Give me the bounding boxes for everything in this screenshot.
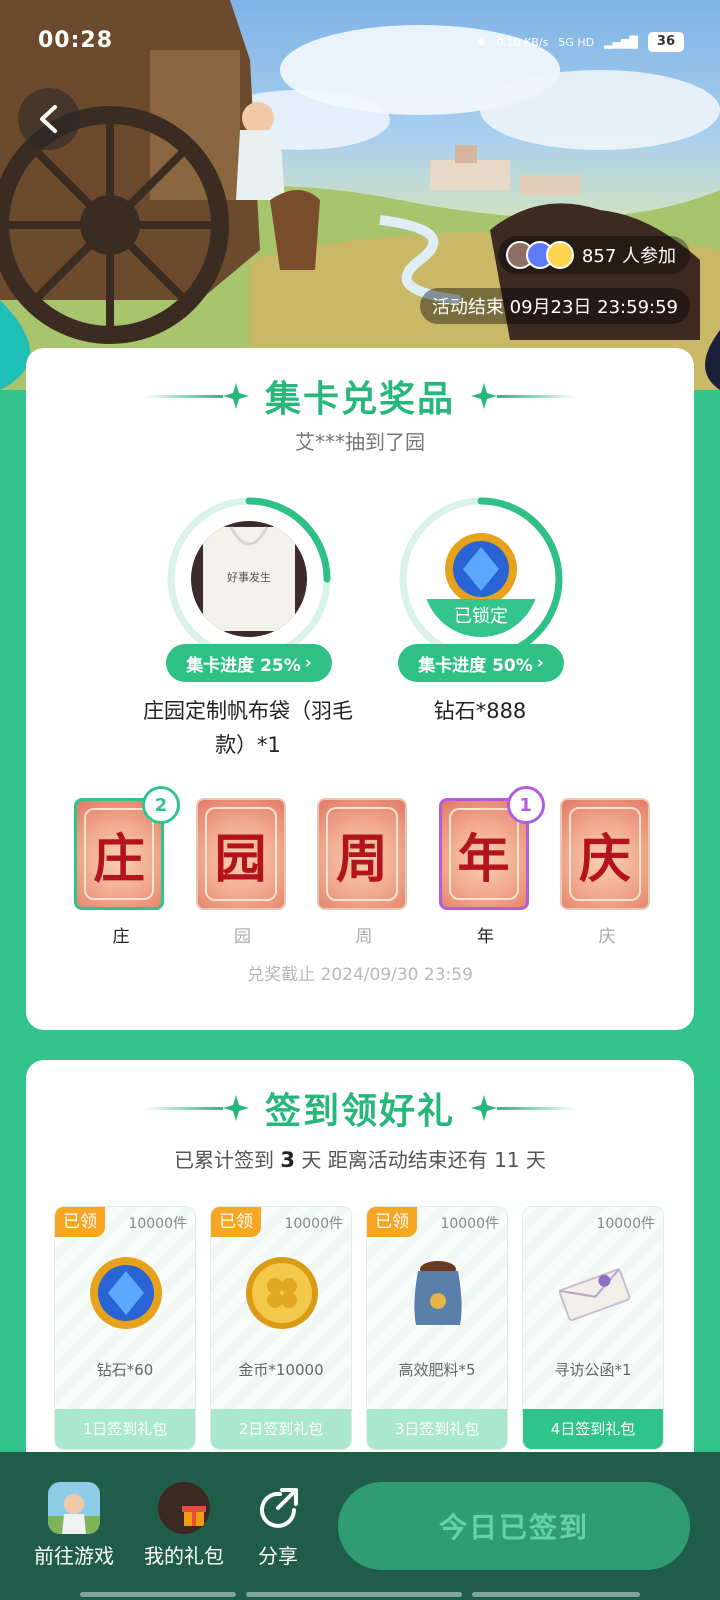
locked-label: 已锁定 xyxy=(423,599,539,637)
net-speed: 0.10 KB/s xyxy=(496,35,549,49)
collect-title: 集卡兑奖品 xyxy=(264,379,455,420)
gift-package-label: 4日签到礼包 xyxy=(523,1409,663,1449)
gift-day-4[interactable]: 10000件 寻访公函*1 4日签到礼包 xyxy=(522,1206,664,1450)
signin-days: 3 xyxy=(280,1148,296,1172)
prize-name: 钻石*888 xyxy=(433,699,527,723)
gift-name: 高效肥料*5 xyxy=(398,1361,476,1379)
signed-today-button[interactable]: 今日已签到 xyxy=(338,1482,690,1570)
bottom-action-bar: 前往游戏 我的礼包 分享 今日已签到 xyxy=(0,1452,720,1600)
signin-gifts-row: 已领 10000件 钻石*60 1日签到礼包 已领 10000件 金币*1000… xyxy=(54,1206,664,1450)
gift-package-label: 2日签到礼包 xyxy=(211,1409,351,1449)
my-gifts-button[interactable]: 我的礼包 xyxy=(138,1482,230,1569)
gift-name: 寻访公函*1 xyxy=(554,1361,632,1379)
activity-end-time: 活动结束 09月23日 23:59:59 xyxy=(419,288,690,324)
signin-prefix: 已累计签到 xyxy=(174,1148,281,1172)
participants-badge: 857 人参加 xyxy=(497,236,690,274)
letter-glyph: 周 xyxy=(335,828,388,890)
collect-subtitle: 艾***抽到了园 xyxy=(295,430,425,454)
gift-quantity: 10000件 xyxy=(284,1216,343,1232)
letter-label: 庆 xyxy=(598,927,616,947)
sparkle-right-icon xyxy=(471,1095,577,1121)
gift-box-icon xyxy=(158,1482,210,1534)
sparkle-right-icon xyxy=(471,383,577,409)
letter-card-zhou[interactable]: 周 周 xyxy=(317,798,411,947)
card-count-badge: 1 xyxy=(506,786,545,824)
signin-summary: 已累计签到 3 天 距离活动结束还有 11 天 xyxy=(26,1144,694,1173)
letter-envelope-icon xyxy=(558,1268,631,1322)
collect-cards-section: 集卡兑奖品 艾***抽到了园 好事发生 集卡进度 25% › 庄园定制帆布袋（羽… xyxy=(26,348,694,1030)
battery-icon: 36 xyxy=(647,32,684,52)
share-button[interactable]: 分享 xyxy=(244,1482,312,1569)
letter-card-yuan[interactable]: 园 园 xyxy=(195,798,290,947)
chevron-right-icon: › xyxy=(536,653,544,673)
home-indicator xyxy=(472,1592,640,1597)
signin-suffix: 天 距离活动结束还有 11 天 xyxy=(295,1148,546,1172)
go-game-button[interactable]: 前往游戏 xyxy=(28,1482,120,1569)
hero-illustration xyxy=(0,0,720,390)
letter-cards-row: 庄 2 庄 园 园 周 周 年 1 年 庆 庆 xyxy=(74,786,654,947)
sparkle-left-icon xyxy=(142,383,249,409)
prize-diamond[interactable]: 已锁定 集卡进度 50% › 钻石*888 xyxy=(380,496,580,736)
gift-package-label: 3日签到礼包 xyxy=(367,1409,507,1449)
prize-name: 庄园定制帆布袋（羽毛款）*1 xyxy=(143,699,353,757)
letter-card-qing[interactable]: 庆 庆 xyxy=(560,798,654,947)
network-label: 5G HD xyxy=(558,35,595,49)
gift-quantity: 10000件 xyxy=(440,1216,499,1232)
prize-progress-button[interactable]: 集卡进度 50% › xyxy=(398,644,564,682)
diamond-icon xyxy=(90,1257,162,1329)
signin-title-row: 签到领好礼 xyxy=(26,1082,694,1134)
letter-card-zhuang[interactable]: 庄 2 庄 xyxy=(74,786,180,947)
chevron-left-icon xyxy=(40,105,57,133)
redeem-deadline: 兑奖截止 2024/09/30 23:59 xyxy=(247,965,473,985)
claimed-tag: 已领 xyxy=(367,1207,417,1237)
fertilizer-bag-icon xyxy=(414,1261,462,1325)
gift-day-1[interactable]: 已领 10000件 钻石*60 1日签到礼包 xyxy=(54,1206,196,1450)
canvas-bag-image: 好事发生 xyxy=(191,521,307,637)
share-label: 分享 xyxy=(258,1544,298,1568)
game-app-icon xyxy=(48,1482,100,1534)
signal-icon: ▂▄▆█ xyxy=(604,35,638,49)
gift-package-label: 1日签到礼包 xyxy=(55,1409,195,1449)
status-time: 00:28 xyxy=(38,28,114,53)
letter-card-nian[interactable]: 年 1 年 xyxy=(438,786,545,947)
gift-day-3[interactable]: 已领 10000件 高效肥料*5 3日签到礼包 xyxy=(366,1206,508,1450)
home-indicator xyxy=(80,1592,236,1597)
letter-glyph: 园 xyxy=(214,828,267,890)
gift-quantity: 10000件 xyxy=(128,1216,187,1232)
claimed-tag: 已领 xyxy=(211,1207,261,1237)
gift-name: 金币*10000 xyxy=(238,1361,324,1379)
participants-count: 857 人参加 xyxy=(581,246,676,267)
diamond-prize-image: 已锁定 xyxy=(423,521,539,637)
back-button[interactable] xyxy=(18,88,80,150)
sparkle-left-icon xyxy=(142,1095,249,1121)
go-game-label: 前往游戏 xyxy=(34,1544,114,1568)
progress-label: 集卡进度 50% xyxy=(418,655,533,676)
card-count-badge: 2 xyxy=(142,786,180,824)
gift-name: 钻石*60 xyxy=(96,1361,154,1379)
letter-glyph: 庆 xyxy=(578,828,631,890)
claimed-tag: 已领 xyxy=(55,1207,105,1237)
status-indicators: ✱ 0.10 KB/s 5G HD ▂▄▆█ 36 xyxy=(477,32,684,52)
coin-icon xyxy=(246,1257,318,1329)
svg-text:好事发生: 好事发生 xyxy=(227,570,271,584)
bluetooth-icon: ✱ xyxy=(476,35,487,49)
participant-avatars xyxy=(505,241,574,269)
share-icon xyxy=(252,1482,304,1534)
progress-label: 集卡进度 25% xyxy=(186,655,301,676)
letter-label: 庄 xyxy=(112,927,130,947)
letter-label: 年 xyxy=(477,927,494,947)
letter-label: 周 xyxy=(355,927,373,947)
chevron-right-icon: › xyxy=(304,653,312,673)
gift-day-2[interactable]: 已领 10000件 金币*10000 2日签到礼包 xyxy=(210,1206,352,1450)
my-gifts-label: 我的礼包 xyxy=(144,1544,224,1568)
prize-progress-button[interactable]: 集卡进度 25% › xyxy=(166,644,332,682)
letter-label: 园 xyxy=(234,927,251,947)
signin-title: 签到领好礼 xyxy=(264,1091,455,1132)
hero-banner: 00:28 ✱ 0.10 KB/s 5G HD ▂▄▆█ 36 857 人参加 … xyxy=(0,0,720,390)
gift-quantity: 10000件 xyxy=(596,1216,655,1232)
home-indicator xyxy=(246,1592,462,1597)
collect-title-row: 集卡兑奖品 xyxy=(26,370,694,422)
prize-canvas-bag[interactable]: 好事发生 集卡进度 25% › 庄园定制帆布袋（羽毛款）*1 xyxy=(143,496,353,757)
signin-section: 签到领好礼 已累计签到 3 天 距离活动结束还有 11 天 已领 10000件 … xyxy=(26,1060,694,1480)
